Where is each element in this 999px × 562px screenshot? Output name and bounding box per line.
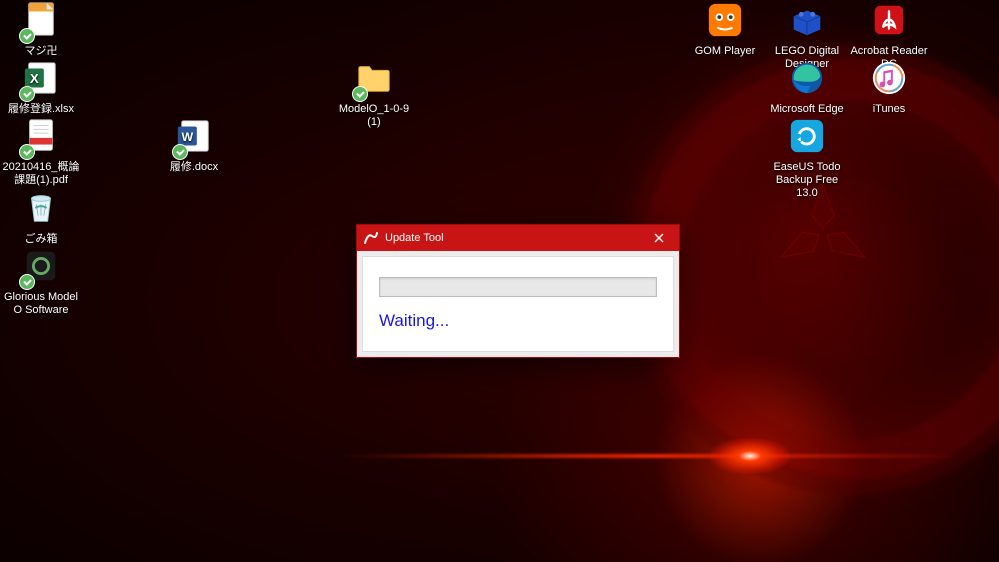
- status-text: Waiting...: [379, 311, 659, 331]
- icon-label: GOM Player: [695, 45, 756, 58]
- desktop-icon-rishu-docx[interactable]: W 履修.docx: [155, 118, 233, 174]
- close-button[interactable]: [639, 225, 679, 251]
- sync-badge-icon: [19, 144, 35, 160]
- recycle-bin-icon: [22, 189, 60, 231]
- icon-label: Glorious Model O Software: [2, 291, 80, 317]
- itunes-icon: [870, 59, 908, 101]
- window-titlebar[interactable]: Update Tool: [357, 225, 679, 251]
- app-icon: [363, 230, 379, 246]
- desktop-icon-rishu-xlsx[interactable]: X 履修登録.xlsx: [2, 60, 80, 116]
- desktop-icon-modelo-folder[interactable]: ModelO_1-0-9 (1): [335, 60, 413, 129]
- desktop-icon-edge[interactable]: Microsoft Edge: [768, 60, 846, 116]
- easeus-icon: [788, 117, 826, 159]
- progress-bar: [379, 277, 657, 297]
- svg-text:X: X: [30, 71, 39, 86]
- icon-label: ごみ箱: [25, 233, 58, 246]
- sync-badge-icon: [19, 274, 35, 290]
- acrobat-icon: [870, 1, 908, 43]
- icon-label: ModelO_1-0-9 (1): [335, 103, 413, 129]
- desktop-icon-itunes[interactable]: iTunes: [850, 60, 928, 116]
- desktop-icon-recycle-bin[interactable]: ごみ箱: [2, 190, 80, 246]
- window-title: Update Tool: [385, 232, 639, 244]
- icon-label: EaseUS Todo Backup Free 13.0: [768, 161, 846, 200]
- icon-label: 履修登録.xlsx: [8, 103, 74, 116]
- sync-badge-icon: [19, 86, 35, 102]
- desktop-icon-easeus[interactable]: EaseUS Todo Backup Free 13.0: [768, 118, 846, 200]
- sync-badge-icon: [19, 28, 35, 44]
- desktop-icon-pdf-20210416[interactable]: 20210416_概論課題(1).pdf: [2, 118, 80, 187]
- gom-icon: [706, 1, 744, 43]
- icon-label: 20210416_概論課題(1).pdf: [2, 161, 80, 187]
- lego-icon: [788, 1, 826, 43]
- svg-text:W: W: [182, 130, 194, 144]
- icon-label: iTunes: [873, 103, 906, 116]
- icon-label: Microsoft Edge: [770, 103, 843, 116]
- icon-label: 履修.docx: [170, 161, 218, 174]
- sync-badge-icon: [352, 86, 368, 102]
- close-icon: [654, 233, 664, 243]
- desktop-icon-maji[interactable]: マジ卍: [2, 2, 80, 58]
- icon-label: マジ卍: [25, 45, 58, 58]
- sync-badge-icon: [172, 144, 188, 160]
- desktop-icon-glorious[interactable]: Glorious Model O Software: [2, 248, 80, 317]
- window-client-area: Waiting...: [362, 256, 674, 352]
- edge-icon: [788, 59, 826, 101]
- update-tool-window: Update Tool Waiting...: [356, 224, 680, 358]
- desktop-icon-gom[interactable]: GOM Player: [686, 2, 764, 58]
